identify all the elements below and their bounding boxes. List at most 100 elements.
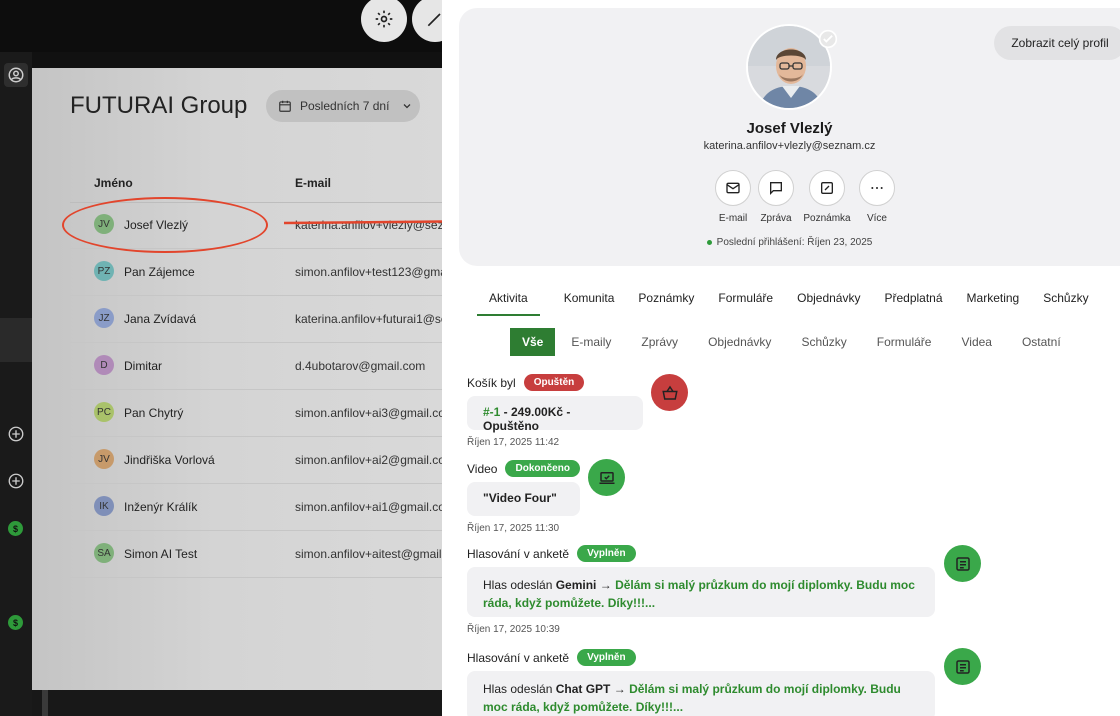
avatar: SA xyxy=(94,543,114,563)
contact-email[interactable]: simon.anfilov+test123@gmail. xyxy=(295,265,442,279)
table-row[interactable]: JV Jindřiška Vorlová simon.anfilov+ai2@gma… xyxy=(70,437,442,484)
more-action-button[interactable]: Více xyxy=(852,170,902,224)
gear-icon xyxy=(375,10,393,28)
activity-poll: Hlasování v anketě Vyplněn Hlas odeslán G… xyxy=(467,545,935,635)
tab-3[interactable]: Formuláře xyxy=(718,280,773,316)
filter-7[interactable]: Ostatní xyxy=(1022,335,1061,349)
plus-circle-icon xyxy=(8,426,24,442)
tab-1[interactable]: Komunita xyxy=(564,280,615,316)
profile-nav-button[interactable] xyxy=(4,63,28,87)
settings-button[interactable] xyxy=(361,0,407,42)
filter-0[interactable]: Vše xyxy=(510,328,556,356)
message-action-button[interactable]: Zpráva xyxy=(751,170,801,224)
avatar: JZ xyxy=(94,308,114,328)
contact-email[interactable]: simon.anfilov+aitest@gmail.co xyxy=(295,547,442,561)
laptop-check-icon xyxy=(588,459,625,496)
avatar: JV xyxy=(94,449,114,469)
filter-3[interactable]: Objednávky xyxy=(708,335,771,349)
top-bar xyxy=(0,0,458,52)
column-header-name[interactable]: Jméno xyxy=(94,176,133,190)
tab-2[interactable]: Poznámky xyxy=(638,280,694,316)
contact-list-panel: FUTURAI Group Posledních 7 dní Jméno E-m… xyxy=(32,68,442,690)
status-badge: Dokončeno xyxy=(505,460,580,477)
poll-detail-box[interactable]: Hlas odeslán Chat GPT → Dělám si malý pr… xyxy=(467,671,935,716)
date-filter-label: Posledních 7 dní xyxy=(300,99,390,113)
mail-icon xyxy=(726,182,740,194)
contact-email[interactable]: katerina.anfilov+futurai1@sezn xyxy=(295,312,442,326)
tab-5[interactable]: Předplatná xyxy=(884,280,942,316)
activity-filter-bar: Vše E-maily Zprávy Objednávky Schůzky Formulá… xyxy=(510,328,1091,356)
profile-email[interactable]: katerina.anfilov+vlezly@seznam.cz xyxy=(459,140,1120,152)
filter-1[interactable]: E-maily xyxy=(571,335,611,349)
online-dot xyxy=(706,239,712,245)
form-icon xyxy=(944,545,981,582)
table-row[interactable]: IK Inženýr Králík simon.anfilov+ai1@gmail.… xyxy=(70,484,442,531)
date-filter-dropdown[interactable]: Posledních 7 dní xyxy=(266,90,420,122)
full-profile-button[interactable]: Zobrazit celý profil xyxy=(994,26,1120,60)
activity-timestamp: Říjen 17, 2025 11:42 xyxy=(467,437,560,448)
filter-6[interactable]: Videa xyxy=(961,335,991,349)
activity-cart: Košík byl Opuštěn #-1 - 249.00Kč - Opuště… xyxy=(467,374,643,448)
avatar: IK xyxy=(94,496,114,516)
contact-name[interactable]: Inženýr Králík xyxy=(124,500,197,514)
rail-highlight xyxy=(0,318,32,362)
note-edit-icon xyxy=(821,182,833,194)
plus-circle-icon xyxy=(8,473,24,489)
video-detail-box[interactable]: "Video Four" xyxy=(467,482,580,516)
more-action-label: Více xyxy=(866,213,887,224)
contact-email[interactable]: d.4ubotarov@gmail.com xyxy=(295,359,425,373)
filter-4[interactable]: Schůzky xyxy=(801,335,846,349)
contact-name[interactable]: Dimitar xyxy=(124,359,162,373)
chevron-down-icon xyxy=(403,104,411,109)
activity-video: Video Dokončeno "Video Four" Říjen 17, 20… xyxy=(467,460,580,534)
tab-7[interactable]: Schůzky xyxy=(1043,280,1088,316)
tab-6[interactable]: Marketing xyxy=(967,280,1020,316)
filter-5[interactable]: Formuláře xyxy=(877,335,932,349)
more-dots-icon xyxy=(871,187,883,189)
poll-option: Chat GPT xyxy=(555,682,611,696)
profile-name: Josef Vlezlý xyxy=(746,120,833,137)
poll-prefix: Hlas odeslán xyxy=(483,578,556,592)
table-row[interactable]: PC Pan Chytrý simon.anfilov+ai3@gmail.com xyxy=(70,390,442,437)
add-button-2[interactable] xyxy=(4,469,28,493)
left-rail: $ $ xyxy=(0,52,32,716)
table-row[interactable]: PZ Pan Zájemce simon.anfilov+test123@gmail… xyxy=(70,249,442,296)
contact-email[interactable]: simon.anfilov+ai3@gmail.com xyxy=(295,406,442,420)
table-row[interactable]: SA Simon AI Test simon.anfilov+aitest@gmai… xyxy=(70,531,442,578)
status-badge: Vyplněn xyxy=(577,545,636,562)
contact-email[interactable]: simon.anfilov+ai2@gmail.com xyxy=(295,453,442,467)
order-number[interactable]: #-1 xyxy=(483,405,500,419)
scrollbar[interactable] xyxy=(42,690,48,716)
tab-0[interactable]: Aktivita xyxy=(477,280,540,316)
activity-title: Košík byl xyxy=(467,375,516,390)
last-login-status: Poslední přihlášení: Říjen 23, 2025 xyxy=(459,237,1120,248)
bottom-strip xyxy=(32,690,442,716)
profile-card: Zobrazit celý profil Josef Vlezlý kateri… xyxy=(459,8,1120,266)
dollar-icon[interactable]: $ xyxy=(8,615,23,630)
annotation-ellipse xyxy=(62,197,268,253)
column-header-email[interactable]: E-mail xyxy=(295,176,331,190)
contact-name[interactable]: Jindřiška Vorlová xyxy=(124,453,215,467)
add-button-1[interactable] xyxy=(4,422,28,446)
contact-email[interactable]: simon.anfilov+ai1@gmail.com xyxy=(295,500,442,514)
note-action-button[interactable]: Poznámka xyxy=(802,170,852,224)
contact-name[interactable]: Pan Chytrý xyxy=(124,406,183,420)
poll-detail-box[interactable]: Hlas odeslán Gemini → Dělám si malý průz… xyxy=(467,567,935,617)
activity-title: Hlasování v anketě xyxy=(467,650,570,665)
activity-poll: Hlasování v anketě Vyplněn Hlas odeslán C… xyxy=(467,649,935,716)
user-circle-icon xyxy=(8,67,24,83)
filter-2[interactable]: Zprávy xyxy=(641,335,678,349)
contact-name[interactable]: Jana Zvídavá xyxy=(124,312,196,326)
contact-name[interactable]: Simon AI Test xyxy=(124,547,197,561)
dollar-icon[interactable]: $ xyxy=(8,521,23,536)
activity-title: Video xyxy=(467,461,498,476)
contact-name[interactable]: Pan Zájemce xyxy=(124,265,195,279)
activity-timestamp: Říjen 17, 2025 11:30 xyxy=(467,523,560,534)
group-title: FUTURAI Group xyxy=(70,92,248,119)
cart-detail-box[interactable]: #-1 - 249.00Kč - Opuštěno xyxy=(467,396,643,433)
tab-4[interactable]: Objednávky xyxy=(797,280,860,316)
table-row[interactable]: JZ Jana Zvídavá katerina.anfilov+futurai1@… xyxy=(70,296,442,343)
poll-arrow: → xyxy=(596,578,616,592)
avatar: PZ xyxy=(94,261,114,281)
table-row[interactable]: D Dimitar d.4ubotarov@gmail.com xyxy=(70,343,442,390)
